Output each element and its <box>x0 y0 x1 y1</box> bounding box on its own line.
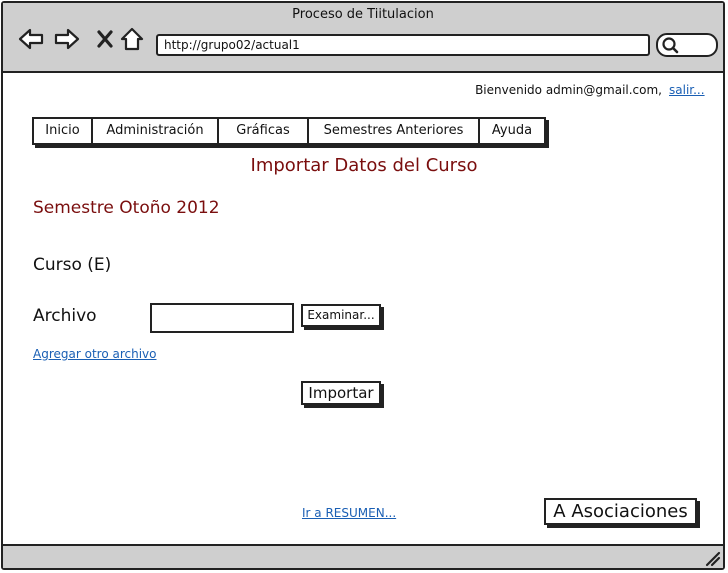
resize-grip-icon[interactable] <box>703 549 721 567</box>
page-title: Importar Datos del Curso <box>250 155 478 176</box>
semester-heading: Semestre Otoño 2012 <box>33 198 220 218</box>
close-x-icon[interactable] <box>91 25 119 53</box>
back-arrow-icon[interactable] <box>17 25 45 53</box>
import-button[interactable]: Importar <box>301 381 381 405</box>
search-box[interactable] <box>656 33 718 57</box>
menu-item-graficas[interactable]: Gráficas <box>219 119 309 143</box>
course-label: Curso (E) <box>33 255 112 275</box>
associations-button[interactable]: A Asociaciones <box>544 498 697 525</box>
menu-item-ayuda[interactable]: Ayuda <box>480 119 544 143</box>
address-bar[interactable]: http://grupo02/actual1 <box>156 34 650 56</box>
welcome-text: Bienvenido admin@gmail.com, <box>475 83 662 97</box>
menu-item-inicio[interactable]: Inicio <box>34 119 93 143</box>
window-title: Proceso de Tiitulacion <box>292 7 434 22</box>
menu-item-administracion[interactable]: Administración <box>93 119 219 143</box>
forward-arrow-icon[interactable] <box>53 25 81 53</box>
browse-button[interactable]: Examinar... <box>301 304 381 327</box>
logout-link[interactable]: salir... <box>669 83 705 97</box>
add-file-link[interactable]: Agregar otro archivo <box>33 347 156 361</box>
summary-link[interactable]: Ir a RESUMEN... <box>302 506 396 520</box>
search-icon <box>662 37 679 54</box>
file-label: Archivo <box>33 306 97 326</box>
status-bar <box>3 544 723 568</box>
main-menu: Inicio Administración Gráficas Semestres… <box>32 117 546 145</box>
menu-item-semestres-anteriores[interactable]: Semestres Anteriores <box>309 119 480 143</box>
file-path-input[interactable] <box>150 303 294 333</box>
home-icon[interactable] <box>118 25 146 53</box>
browser-titlebar: Proceso de Tiitulacion http://grupo02/ac… <box>3 3 723 73</box>
